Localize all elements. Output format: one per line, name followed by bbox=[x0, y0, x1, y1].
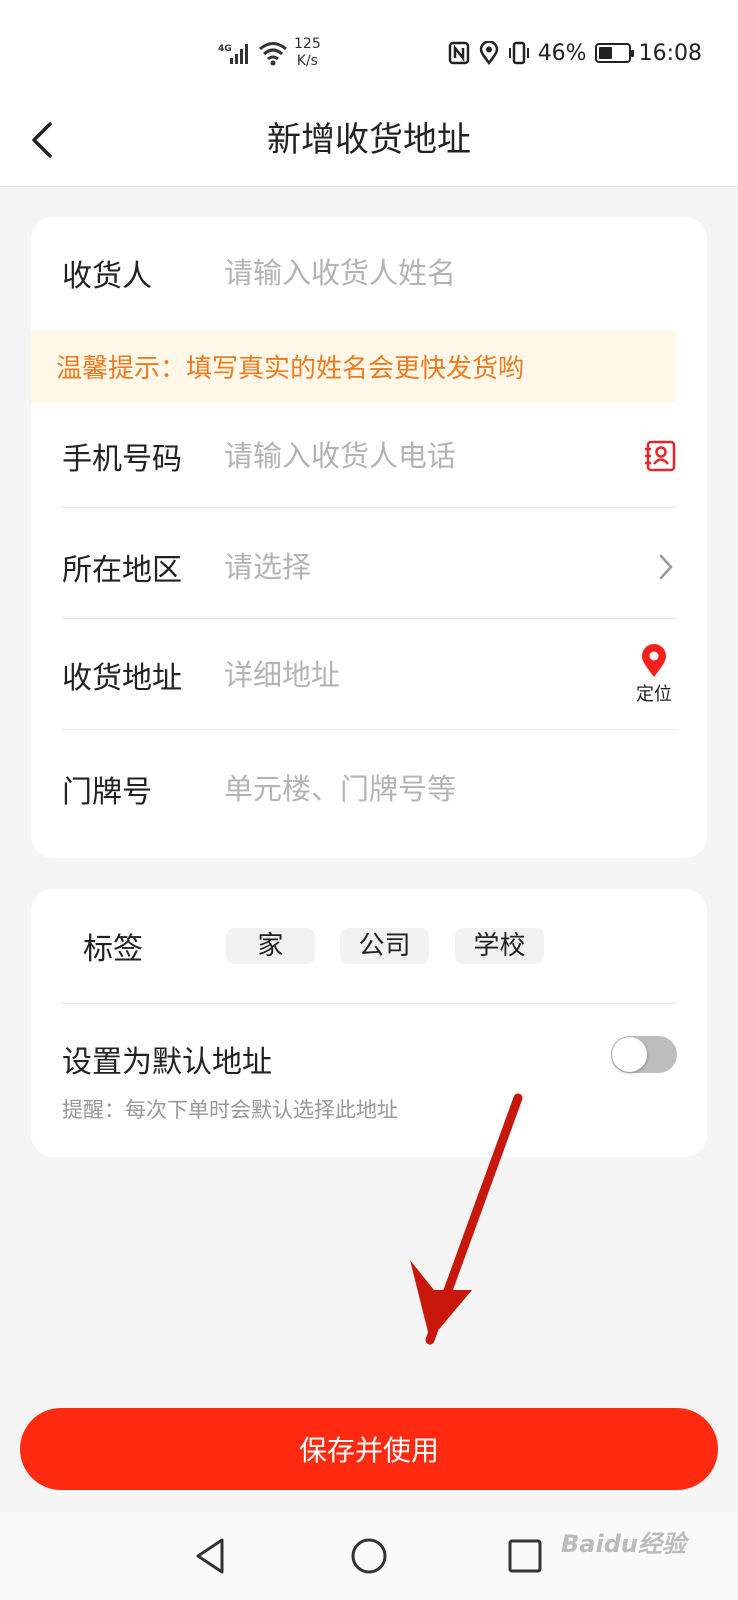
network-speed: 125 K/s bbox=[294, 36, 321, 70]
nav-back-icon[interactable] bbox=[190, 1534, 234, 1578]
locate-label: 定位 bbox=[636, 684, 672, 705]
tag-home[interactable]: 家 bbox=[226, 928, 315, 964]
network-speed-value: 125 bbox=[294, 36, 321, 52]
divider bbox=[62, 507, 676, 508]
recipient-row: 收货人 bbox=[62, 245, 676, 301]
battery-fill bbox=[598, 47, 612, 59]
recipient-label: 收货人 bbox=[62, 259, 152, 294]
battery-percent: 46% bbox=[537, 40, 587, 66]
divider bbox=[62, 618, 676, 619]
tags-card: 标签 家 公司 学校 设置为默认地址 提醒：每次下单时会默认选择此地址 bbox=[31, 889, 707, 1157]
watermark: Baidu经验 bbox=[561, 1530, 686, 1558]
address-label: 收货地址 bbox=[62, 661, 182, 696]
signal-icon: 4G bbox=[218, 44, 248, 64]
nav-home-icon[interactable] bbox=[347, 1534, 391, 1578]
default-address-hint: 提醒：每次下单时会默认选择此地址 bbox=[62, 1098, 398, 1122]
region-row[interactable]: 所在地区 bbox=[62, 539, 676, 595]
clock: 16:08 bbox=[638, 40, 702, 66]
default-address-title: 设置为默认地址 bbox=[62, 1045, 272, 1080]
address-form-card: 收货人 温馨提示：填写真实的姓名会更快发货哟 手机号码 所在地区 收货地址 定位 bbox=[31, 217, 707, 858]
address-row: 收货地址 定位 bbox=[62, 644, 676, 706]
tip-banner: 温馨提示：填写真实的姓名会更快发货哟 bbox=[31, 330, 676, 403]
nav-recents-icon[interactable] bbox=[503, 1534, 547, 1578]
recipient-input[interactable] bbox=[224, 256, 676, 290]
phone-label: 手机号码 bbox=[62, 442, 182, 477]
region-label: 所在地区 bbox=[62, 553, 182, 588]
address-input[interactable] bbox=[224, 658, 632, 692]
page-title: 新增收货地址 bbox=[267, 120, 471, 160]
status-icons: 46% 16:08 bbox=[448, 38, 702, 68]
contact-book-icon[interactable] bbox=[644, 440, 676, 472]
page-header: 新增收货地址 bbox=[0, 100, 738, 187]
nfc-icon bbox=[448, 41, 469, 65]
phone-row: 手机号码 bbox=[62, 428, 676, 484]
wifi-icon bbox=[259, 42, 287, 66]
region-select[interactable] bbox=[224, 550, 656, 584]
location-icon bbox=[479, 41, 498, 65]
phone-input[interactable] bbox=[224, 439, 644, 473]
default-address-toggle[interactable] bbox=[611, 1036, 677, 1073]
vibrate-icon bbox=[508, 41, 529, 65]
tag-company[interactable]: 公司 bbox=[340, 928, 429, 964]
divider bbox=[62, 729, 676, 730]
svg-text:4G: 4G bbox=[218, 44, 232, 54]
battery-icon bbox=[594, 43, 634, 63]
door-input[interactable] bbox=[224, 772, 676, 806]
status-bar: 4G 125 K/s 46% 16:08 bbox=[0, 0, 738, 100]
locate-button[interactable]: 定位 bbox=[632, 644, 676, 706]
network-speed-unit: K/s bbox=[296, 53, 318, 69]
divider bbox=[62, 1003, 676, 1004]
toggle-knob bbox=[612, 1037, 647, 1072]
chevron-right-icon[interactable] bbox=[656, 551, 676, 583]
tag-school[interactable]: 学校 bbox=[455, 928, 544, 964]
door-label: 门牌号 bbox=[62, 775, 152, 810]
save-and-use-button[interactable]: 保存并使用 bbox=[20, 1408, 718, 1490]
tags-label: 标签 bbox=[83, 932, 143, 967]
location-pin-icon bbox=[642, 644, 666, 677]
door-row: 门牌号 bbox=[62, 761, 676, 817]
